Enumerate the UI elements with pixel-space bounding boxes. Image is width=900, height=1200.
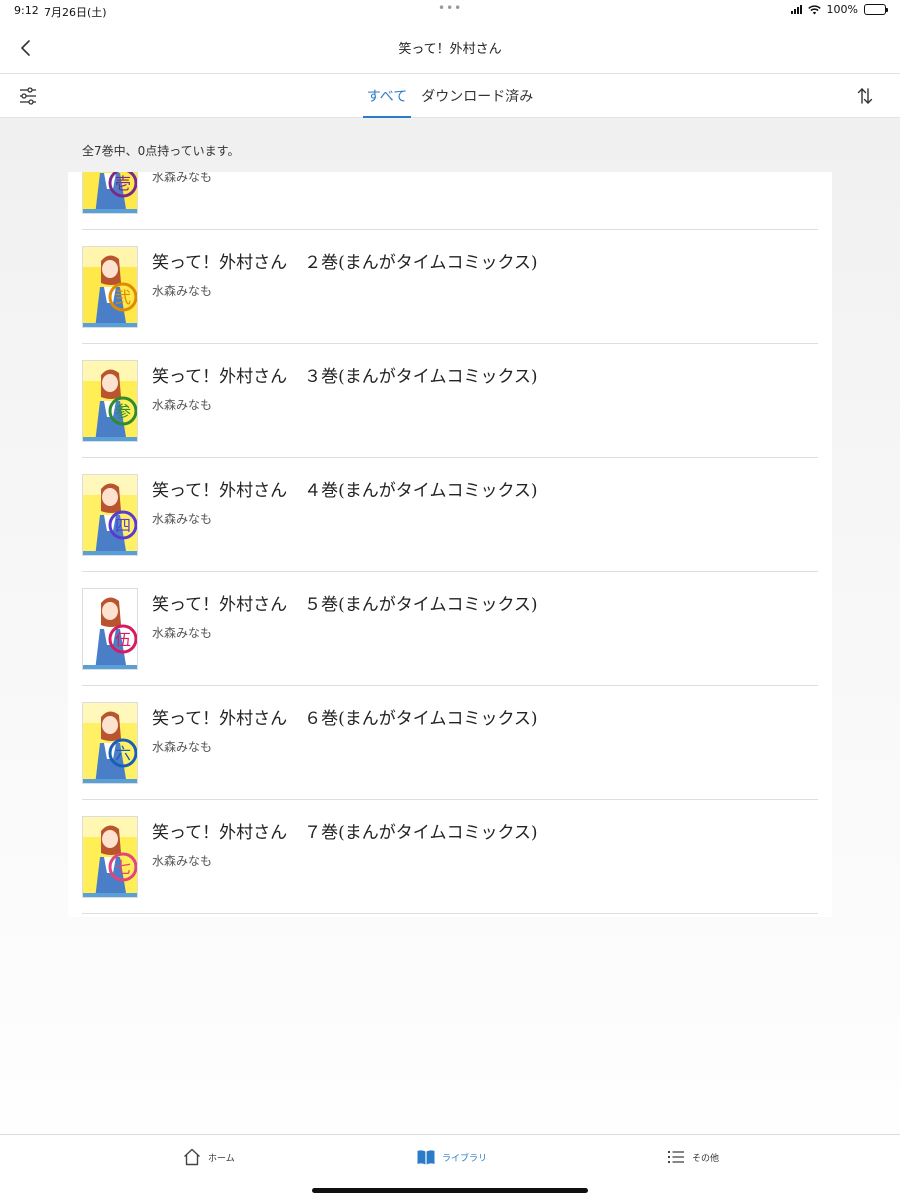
cover-illustration: 伍 — [83, 589, 137, 669]
book-row-volume-6[interactable]: 六 笑って！外村さん ６巻(まんがタイムコミックス) 水森みなも — [82, 686, 818, 800]
book-icon — [417, 1150, 435, 1165]
cover-volume-mark: 伍 — [115, 630, 131, 649]
home-icon — [184, 1148, 200, 1166]
book-author: 水森みなも — [152, 172, 213, 184]
wifi-icon — [807, 4, 821, 14]
book-author: 水森みなも — [152, 626, 213, 640]
cellular-signal-icon — [790, 5, 802, 14]
status-bar: 9:12 7月26日(土) ••• 100% — [0, 0, 900, 22]
status-indicators: 100% — [790, 3, 888, 16]
sort-button[interactable] — [854, 85, 876, 107]
battery-icon — [864, 4, 888, 15]
book-cover: 壱 — [82, 172, 138, 214]
cover-illustration: 六 — [83, 703, 137, 783]
cover-volume-mark: 六 — [115, 744, 131, 763]
book-title: 笑って！外村さん ４巻(まんがタイムコミックス) — [152, 481, 538, 501]
book-row-volume-3[interactable]: 参 笑って！外村さん ３巻(まんがタイムコミックス) 水森みなも — [82, 344, 818, 458]
book-title: 笑って！外村さん ３巻(まんがタイムコミックス) — [152, 367, 538, 387]
multitask-dots[interactable]: ••• — [438, 1, 462, 15]
book-author: 水森みなも — [152, 284, 213, 298]
cover-volume-mark: 七 — [115, 858, 131, 877]
cover-illustration: 参 — [83, 361, 137, 441]
tab-downloaded[interactable]: ダウンロード済み — [419, 74, 535, 118]
cover-volume-mark: 参 — [115, 402, 131, 421]
book-row-volume-4[interactable]: 四 笑って！外村さん ４巻(まんがタイムコミックス) 水森みなも — [82, 458, 818, 572]
book-list: 壱 水森みなも 弐 笑って！外村さん ２巻(まんがタイムコミックス) 水森みなも… — [68, 172, 832, 917]
cover-illustration: 七 — [83, 817, 137, 897]
cover-illustration: 四 — [83, 475, 137, 555]
book-cover: 伍 — [82, 588, 138, 670]
book-cover: 七 — [82, 816, 138, 898]
book-row-volume-7[interactable]: 七 笑って！外村さん ７巻(まんがタイムコミックス) 水森みなも — [82, 800, 818, 914]
bottom-tab-label: ホーム — [208, 1153, 235, 1164]
cover-illustration: 壱 — [83, 172, 137, 213]
book-row-volume-1[interactable]: 壱 水森みなも — [82, 172, 818, 230]
book-title: 笑って！外村さん ５巻(まんがタイムコミックス) — [152, 595, 538, 615]
filter-tab-bar: すべて ダウンロード済み — [0, 74, 900, 118]
navigation-bar: 笑って！外村さん — [0, 22, 900, 74]
book-title: 笑って！外村さん ２巻(まんがタイムコミックス) — [152, 253, 538, 273]
cover-volume-mark: 四 — [115, 516, 131, 535]
book-row-volume-2[interactable]: 弐 笑って！外村さん ２巻(まんがタイムコミックス) 水森みなも — [82, 230, 818, 344]
list-icon — [668, 1151, 684, 1163]
cover-illustration: 弐 — [83, 247, 137, 327]
status-time: 9:12 — [14, 4, 39, 17]
sort-arrows-icon — [857, 88, 873, 104]
book-cover: 参 — [82, 360, 138, 442]
book-author: 水森みなも — [152, 854, 213, 868]
page-title: 笑って！外村さん — [398, 42, 502, 57]
battery-percent: 100% — [826, 3, 858, 16]
cover-volume-mark: 壱 — [115, 174, 131, 193]
bottom-tab-library[interactable]: ライブラリ — [416, 1147, 487, 1167]
bottom-tab-label: ライブラリ — [442, 1153, 488, 1164]
tabs: すべて ダウンロード済み — [0, 74, 900, 118]
book-cover: 六 — [82, 702, 138, 784]
book-cover: 弐 — [82, 246, 138, 328]
book-cover: 四 — [82, 474, 138, 556]
owned-count-text: 全7巻中、0点持っています。 — [82, 144, 240, 158]
book-author: 水森みなも — [152, 512, 213, 526]
bottom-tab-label: その他 — [692, 1153, 720, 1164]
book-author: 水森みなも — [152, 740, 213, 754]
book-row-volume-5[interactable]: 伍 笑って！外村さん ５巻(まんがタイムコミックス) 水森みなも — [82, 572, 818, 686]
status-date: 7月26日(土) — [44, 6, 107, 19]
bottom-tab-other[interactable]: その他 — [666, 1147, 719, 1167]
book-title: 笑って！外村さん ７巻(まんがタイムコミックス) — [152, 823, 538, 843]
tab-all[interactable]: すべて — [362, 74, 412, 118]
cover-volume-mark: 弐 — [115, 288, 131, 307]
home-indicator[interactable] — [312, 1188, 588, 1193]
book-title: 笑って！外村さん ６巻(まんがタイムコミックス) — [152, 709, 538, 729]
book-author: 水森みなも — [152, 398, 213, 412]
bottom-tab-home[interactable]: ホーム — [182, 1147, 235, 1167]
